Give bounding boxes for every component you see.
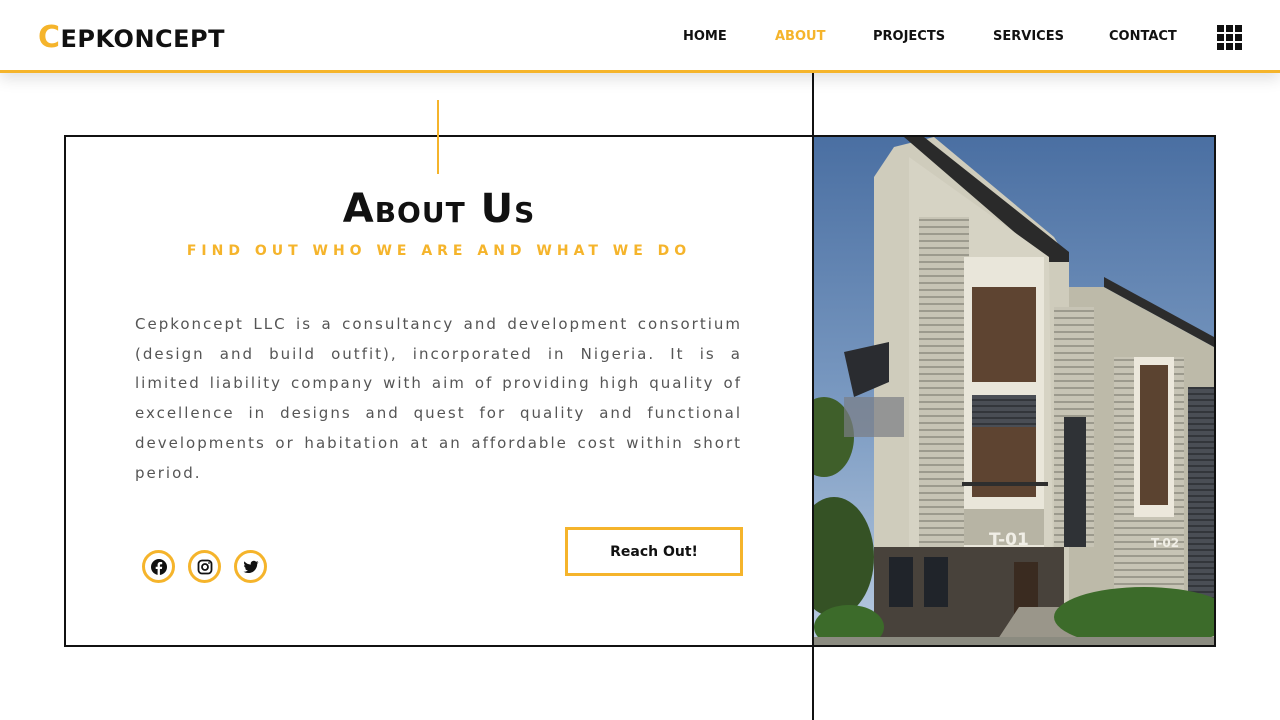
nav-services[interactable]: SERVICES: [993, 29, 1064, 44]
logo-initial: C: [38, 20, 61, 55]
page-subtitle: FIND OUT WHO WE ARE AND WHAT WE DO: [186, 243, 692, 259]
site-header: CEPKONCEPT HOME ABOUT PROJECTS SERVICES …: [0, 0, 1280, 73]
instagram-icon: [197, 559, 212, 574]
social-links: [142, 550, 267, 583]
page-title: About Us: [342, 186, 536, 232]
unit-label-t02: T-02: [1151, 536, 1179, 550]
twitter-icon: [243, 560, 258, 573]
instagram-link[interactable]: [188, 550, 221, 583]
nav-about[interactable]: ABOUT: [775, 29, 825, 44]
twitter-link[interactable]: [234, 550, 267, 583]
accent-line: [437, 100, 439, 174]
building-photo: T-02 T-01: [814, 137, 1214, 645]
reach-out-button[interactable]: Reach Out!: [565, 527, 743, 576]
about-description: Cepkoncept LLC is a consultancy and deve…: [135, 315, 742, 482]
facebook-link[interactable]: [142, 550, 175, 583]
grid-menu-icon[interactable]: [1217, 25, 1242, 50]
logo-text: EPKONCEPT: [60, 25, 225, 53]
facebook-icon: [150, 558, 167, 575]
site-logo[interactable]: CEPKONCEPT: [38, 20, 225, 57]
nav-contact[interactable]: CONTACT: [1109, 29, 1177, 44]
nav-home[interactable]: HOME: [683, 29, 727, 44]
nav-projects[interactable]: PROJECTS: [873, 29, 945, 44]
